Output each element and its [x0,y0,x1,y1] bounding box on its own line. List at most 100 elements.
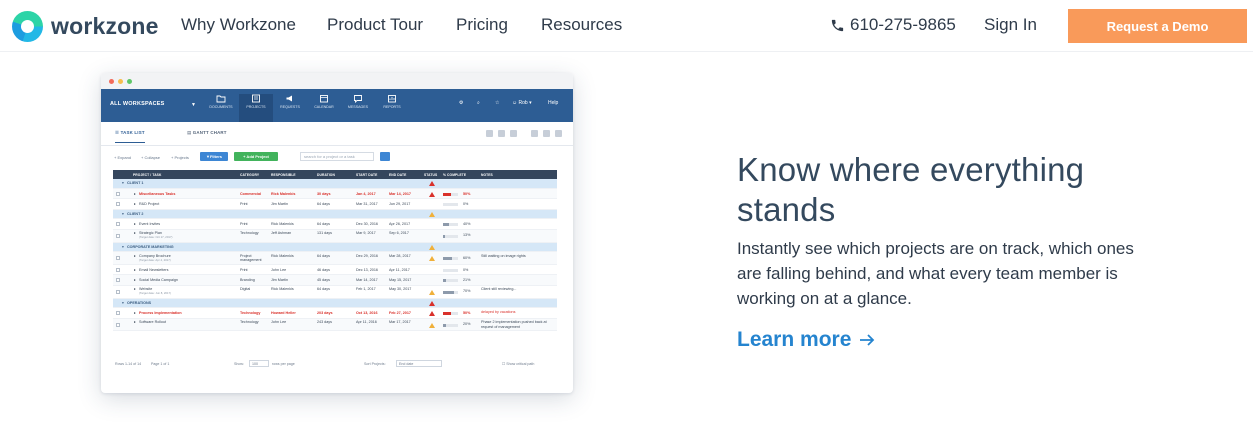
workspace-selector[interactable]: ALL WORKSPACES [110,101,165,107]
col-status[interactable]: STATUS [424,173,437,177]
module-projects[interactable]: PROJECTS [239,94,273,122]
projects-link[interactable]: + Projects [171,155,189,160]
task-row[interactable]: ▸ Event Invites Print Rick Malenkis 64 days D… [113,219,557,230]
view-option-icon[interactable] [543,130,550,137]
view-option-icon[interactable] [486,130,493,137]
col-category[interactable]: CATEGORY [240,173,259,177]
caret-right-icon[interactable]: ▸ [134,222,136,226]
filters-button[interactable]: ▼ Filters [200,152,228,161]
col-notes[interactable]: NOTES [481,173,493,177]
col-end-date[interactable]: END DATE [389,173,406,177]
row-checkbox[interactable] [116,233,120,238]
add-project-button[interactable]: + Add Project [234,152,278,161]
critical-path-toggle[interactable]: ☐ Show critical path [502,362,534,366]
task-row[interactable]: ▸ Social Media Campaign Branding Jim Martin… [113,275,557,286]
view-tabs: ☰ TASK LIST ▤ GANTT CHART [101,122,573,146]
sign-in-link[interactable]: Sign In [984,15,1037,35]
task-row[interactable]: ▸ R&D Project Print Jim Martin 64 days Mar 31… [113,199,557,210]
settings-gear-icon[interactable]: ⚙ [459,100,463,106]
task-name[interactable]: Website (Target date: Jun 8, 2017) [139,287,171,295]
module-requests[interactable]: REQUESTS [273,94,307,122]
col-duration[interactable]: DURATION [317,173,335,177]
task-name[interactable]: Software Rollout [139,320,166,324]
row-checkbox[interactable] [116,311,120,316]
caret-down-icon[interactable]: ▾ [122,181,124,185]
task-search-input[interactable]: search for a project or a task [300,152,374,161]
help-link[interactable]: Help [548,100,558,106]
task-name[interactable]: Social Media Campaign [139,278,178,282]
group-row[interactable]: CLIENT 2 ▾ [113,209,557,220]
caret-right-icon[interactable]: ▸ [134,231,136,235]
expand-link[interactable]: + Expand [114,155,131,160]
phone-link[interactable]: 610-275-9865 [830,15,956,35]
nav-product-tour[interactable]: Product Tour [327,15,423,35]
nav-pricing[interactable]: Pricing [456,15,508,35]
caret-right-icon[interactable]: ▸ [134,202,136,206]
col-complete[interactable]: % COMPLETE [443,173,466,177]
module-documents[interactable]: DOCUMENTS [204,94,238,122]
task-name[interactable]: Process Implementation [139,311,182,315]
per-page-select[interactable]: 100 [249,360,269,367]
module-calendar[interactable]: CALENDAR [307,94,341,122]
row-checkbox[interactable] [116,191,120,196]
alert-amber-icon [429,211,435,217]
col-start-date[interactable]: START DATE [356,173,377,177]
tab-task-list[interactable]: ☰ TASK LIST [115,130,145,143]
task-row[interactable]: ▸ Software Rollout Technology John Lee 243 d… [113,318,557,332]
caret-down-icon[interactable]: ▾ [122,212,124,216]
task-name[interactable]: Miscellaneous Tasks [139,192,175,196]
caret-right-icon[interactable]: ▸ [134,320,136,324]
caret-right-icon[interactable]: ▸ [134,278,136,282]
view-option-icon[interactable] [555,130,562,137]
collapse-link[interactable]: + Collapse [141,155,160,160]
user-menu[interactable]: ☺ Rob ▾ [512,100,532,106]
caret-right-icon[interactable]: ▸ [134,254,136,258]
task-row[interactable]: ▸ Email Newsletters Print John Lee 46 days De… [113,264,557,276]
row-checkbox[interactable] [116,322,120,327]
row-checkbox[interactable] [116,202,120,207]
task-row[interactable]: ▸ Miscellaneous Tasks Commercial Rick Malen… [113,188,557,200]
task-name[interactable]: Company Brochure (Target date: Apr 4, 201… [139,254,171,262]
caret-right-icon[interactable]: ▸ [134,311,136,315]
task-name[interactable]: R&D Project [139,202,159,206]
caret-right-icon[interactable]: ▸ [134,287,136,291]
request-demo-button[interactable]: Request a Demo [1068,9,1247,43]
col-responsible[interactable]: RESPONSIBLE [271,173,296,177]
caret-right-icon[interactable]: ▸ [134,192,136,196]
view-option-icon[interactable] [510,130,517,137]
task-name[interactable]: Email Newsletters [139,268,169,272]
row-checkbox[interactable] [116,256,120,261]
caret-down-icon[interactable]: ▾ [122,245,124,249]
sort-select[interactable]: End date [396,360,442,367]
module-messages[interactable]: MESSAGES [341,94,375,122]
row-checkbox[interactable] [116,222,120,227]
col-project[interactable]: PROJECT / TASK [133,173,161,177]
view-option-icon[interactable] [531,130,538,137]
task-row[interactable]: ▸ Website (Target date: Jun 8, 2017) Digita… [113,285,557,299]
group-row[interactable]: OPERATIONS ▾ [113,298,557,309]
module-label: REQUESTS [280,105,300,109]
caret-down-icon[interactable]: ▾ [122,301,124,305]
task-row[interactable]: ▸ Company Brochure (Target date: Apr 4, 20… [113,252,557,265]
task-name[interactable]: Event Invites [139,222,160,226]
workzone-logo[interactable]: workzone [12,10,159,42]
group-row[interactable]: CORPORATE MARKETING ▾ [113,242,557,253]
group-row[interactable]: CLIENT 1 ▾ [113,179,557,189]
nav-resources[interactable]: Resources [541,15,622,35]
view-option-icon[interactable] [498,130,505,137]
row-checkbox[interactable] [116,278,120,283]
search-icon[interactable]: ⌕ [477,100,480,106]
task-row[interactable]: ▸ Strategic Plan (Target date: Oct 17, 201… [113,229,557,243]
module-reports[interactable]: REPORTS [375,94,409,122]
caret-right-icon[interactable]: ▸ [134,268,136,272]
tab-gantt-chart[interactable]: ▤ GANTT CHART [187,130,227,136]
task-name[interactable]: Strategic Plan (Target date: Oct 17, 2017… [139,231,172,239]
nav-why-workzone[interactable]: Why Workzone [181,15,296,35]
tab-label: TASK LIST [120,130,145,135]
search-button[interactable] [380,152,390,161]
row-checkbox[interactable] [116,289,120,294]
task-row[interactable]: ▸ Process Implementation Technology Howard … [113,308,557,319]
row-checkbox[interactable] [116,267,120,272]
star-icon[interactable]: ☆ [495,100,499,106]
learn-more-link[interactable]: Learn more [737,328,875,352]
